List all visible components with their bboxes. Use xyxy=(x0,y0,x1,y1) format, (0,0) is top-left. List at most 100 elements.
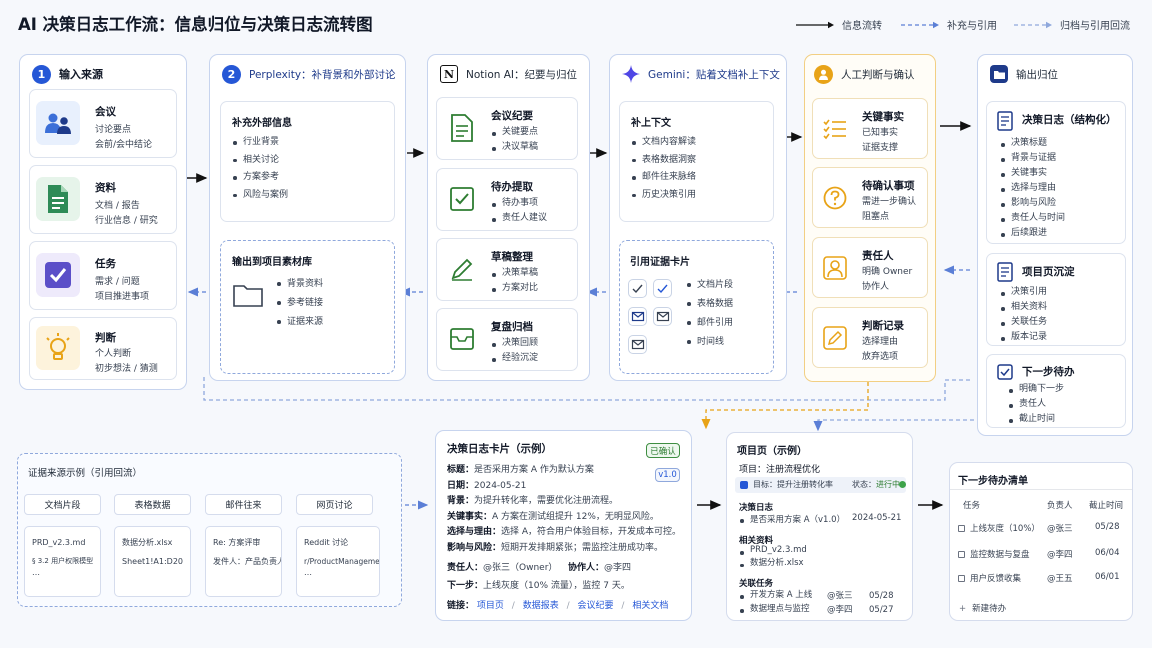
input-panel-title: 输入来源 xyxy=(59,68,103,81)
field-background-row: 背景：为提升转化率，需要优化注册流程。 xyxy=(447,494,618,508)
input-card-line: 需求 / 问题 xyxy=(95,277,140,287)
link-data-report[interactable]: 数据报表 xyxy=(523,601,559,611)
bullet-item: 文档片段 xyxy=(686,276,733,295)
evidence-column-header: 表格数据 xyxy=(114,494,191,515)
document-icon xyxy=(997,262,1013,282)
field-value: 为提升转化率，需要优化注册流程。 xyxy=(474,496,619,506)
step-number: 2 xyxy=(222,64,241,84)
checkbox-icon xyxy=(446,183,478,215)
todo-row[interactable]: 上线灰度（10%） xyxy=(958,522,1040,534)
bullet-list: 决策回顾 经验沉淀 xyxy=(491,336,538,366)
todo-row[interactable]: 监控数据与复盘 xyxy=(958,548,1030,560)
notion-card-todo[interactable]: 待办提取 待办事项 责任人建议 xyxy=(436,168,578,231)
card-title: 关键事实 xyxy=(862,111,904,123)
doc-check-icon xyxy=(653,279,672,298)
input-card-judgement[interactable]: 判断 个人判断 初步想法 / 猜测 xyxy=(29,317,177,380)
task-date: 05/27 xyxy=(869,605,894,615)
bullet-item: 选择与理由 xyxy=(1000,181,1065,196)
evidence-example-card[interactable]: 数据分析.xlsx Sheet1!A1:D20 xyxy=(114,526,191,597)
checkbox-icon[interactable] xyxy=(958,525,965,532)
output-project-page-card[interactable]: 项目页沉淀 决策引用 相关资料 关联任务 版本记录 xyxy=(986,253,1126,346)
output-next-todo-card[interactable]: 下一步待办 明确下一步 责任人 截止时间 xyxy=(986,354,1126,428)
output-decision-log-card[interactable]: 决策日志（结构化） 决策标题 背景与证据 关键事实 选择与理由 影响与风险 责任… xyxy=(986,101,1126,244)
evidence-column-header: 邮件往来 xyxy=(205,494,282,515)
card-title: 草稿整理 xyxy=(491,251,533,263)
card-title: 复盘归档 xyxy=(491,321,533,333)
evidence-line: 数据分析.xlsx xyxy=(122,538,173,547)
evidence-card-box[interactable]: 引用证据卡片 文档片段 表格数据 邮件引用 时间线 xyxy=(619,240,774,374)
human-card-owner[interactable]: 责任人 明确 Owner 协作人 xyxy=(812,237,928,298)
field-links-row: 链接： 项目页 / 数据报表 / 会议纪要 / 相关文档 xyxy=(447,599,668,613)
card-title: 下一步待办清单 xyxy=(958,476,1028,487)
human-card-pending[interactable]: 待确认事项 需进一步确认 阻塞点 xyxy=(812,167,928,228)
todo-row[interactable]: 用户反馈收集 xyxy=(958,572,1021,584)
bullet-item: 开发方案 A 上线 xyxy=(739,588,812,602)
bullet-list: 文档片段 表格数据 邮件引用 时间线 xyxy=(686,276,733,352)
input-card-tasks[interactable]: 任务 需求 / 问题 项目推进事项 xyxy=(29,241,177,310)
decision-log-card[interactable]: 决策日志卡片（示例） 已确认 v1.0 标题：是否采用方案 A 作为默认方案 日… xyxy=(435,430,692,621)
mail-icon xyxy=(628,335,647,354)
field-date-row: 日期：2024-05-21 xyxy=(447,479,526,493)
collab-value: @李四 xyxy=(604,563,632,573)
task-owner: @李四 xyxy=(827,605,853,615)
card-title: 补上下文 xyxy=(631,118,671,129)
evidence-example-card[interactable]: Reddit 讨论 r/ProductManagement … xyxy=(296,526,380,597)
card-title: 判断记录 xyxy=(862,320,904,332)
notion-card-minutes[interactable]: 会议纪要 关键要点 决议草稿 xyxy=(436,97,578,160)
bullet-list: 待办事项 责任人建议 xyxy=(491,196,547,226)
card-title: 待确认事项 xyxy=(862,180,915,192)
notion-panel-header: N Notion AI：纪要与归位 xyxy=(428,55,589,93)
human-card-record[interactable]: 判断记录 选择理由 放弃选项 xyxy=(812,307,928,368)
input-card-line: 项目推进事项 xyxy=(95,292,150,302)
evidence-line: Reddit 讨论 xyxy=(304,538,349,547)
notion-card-draft[interactable]: 草稿整理 决策草稿 方案对比 xyxy=(436,238,578,301)
output-panel-title: 输出归位 xyxy=(1016,68,1058,81)
notion-card-archive[interactable]: 复盘归档 决策回顾 经验沉淀 xyxy=(436,308,578,371)
add-todo-button[interactable]: + 新建待办 xyxy=(959,602,1006,614)
output-panel-header: 输出归位 xyxy=(978,55,1132,93)
human-card-facts[interactable]: 关键事实 已知事实 证据支撑 xyxy=(812,98,928,159)
bullet-list: 明确下一步 责任人 截止时间 xyxy=(1008,382,1064,427)
material-library-box[interactable]: 输出到项目素材库 背景资料 参考链接 证据来源 xyxy=(220,240,395,374)
field-title-row: 标题：是否采用方案 A 作为默认方案 xyxy=(447,463,594,477)
todo-due: 05/28 xyxy=(1095,522,1120,532)
bullet-item: 明确下一步 xyxy=(1008,382,1064,397)
bullet-item: 时间线 xyxy=(686,333,733,352)
mail-icon xyxy=(653,307,672,326)
evidence-line: … xyxy=(304,568,312,577)
evidence-example-card[interactable]: Re: 方案评审 发件人：产品负责人 xyxy=(205,526,282,597)
field-label: 标题： xyxy=(447,465,475,475)
folder-icon xyxy=(233,283,263,311)
plus-icon: + xyxy=(959,604,967,614)
bullet-item: 影响与风险 xyxy=(1000,196,1065,211)
input-card-docs[interactable]: 资料 文档 / 报告 行业信息 / 研究 xyxy=(29,165,177,234)
bullet-item: 经验沉淀 xyxy=(491,351,538,366)
bullet-item: 关联任务 xyxy=(1000,315,1047,330)
notion-logo-icon: N xyxy=(440,65,458,83)
field-collab-row: 协作人：@李四 xyxy=(568,561,631,575)
evidence-example-card[interactable]: PRD_v2.3.md § 3.2 用户权限模型 … xyxy=(24,526,101,597)
link-related-docs[interactable]: 相关文档 xyxy=(632,601,668,611)
card-line: 证据支撑 xyxy=(862,143,899,153)
todo-list-panel: 下一步待办清单 任务 负责人 截止时间 上线灰度（10%） @张三 05/28 … xyxy=(949,462,1133,621)
link-project-page[interactable]: 项目页 xyxy=(477,601,504,611)
perplexity-external-card[interactable]: 补充外部信息 行业背景 相关讨论 方案参考 风险与案例 xyxy=(220,101,395,222)
decision-date: 2024-05-21 xyxy=(852,513,902,523)
input-card-line: 初步想法 / 猜测 xyxy=(95,364,158,374)
bullet-item: 相关资料 xyxy=(1000,300,1047,315)
checkbox-icon[interactable] xyxy=(958,551,965,558)
card-title: 下一步待办 xyxy=(1022,366,1075,378)
status-dot-icon xyxy=(899,481,906,488)
bullet-item: 参考链接 xyxy=(276,294,323,313)
input-card-meeting[interactable]: 会议 讨论要点 会前/会中结论 xyxy=(29,89,177,158)
mail-icon xyxy=(628,307,647,326)
project-page-example[interactable]: 项目页（示例） 项目：注册流程优化 目标：提升注册转化率 状态： 进行中 决策日… xyxy=(726,432,913,621)
human-panel-header: 人工判断与确认 xyxy=(805,55,935,93)
question-icon xyxy=(818,181,852,215)
archive-box-icon xyxy=(446,323,478,355)
field-label: 关键事实： xyxy=(447,512,493,522)
bullet-item: 责任人建议 xyxy=(491,211,547,226)
link-meeting-minutes[interactable]: 会议纪要 xyxy=(578,601,614,611)
gemini-context-card[interactable]: 补上下文 文档内容解读 表格数据洞察 邮件往来脉络 历史决策引用 xyxy=(619,101,774,222)
checkbox-icon[interactable] xyxy=(958,575,965,582)
